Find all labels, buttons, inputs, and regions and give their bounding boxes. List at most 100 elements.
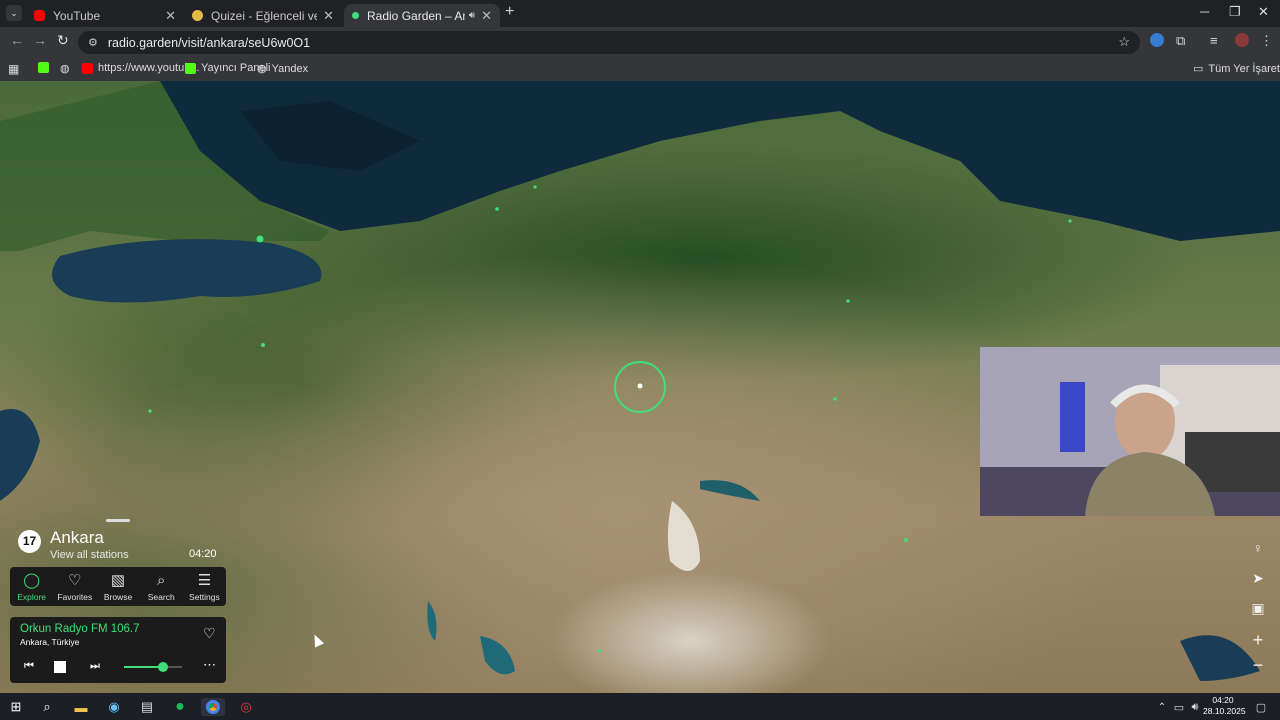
station-dot[interactable] bbox=[261, 343, 265, 347]
tab-title: Quizei - Eğlenceli ve etkileşimli bbox=[211, 8, 318, 23]
notification-icon[interactable]: ▢ bbox=[1252, 698, 1270, 716]
volume-knob[interactable] bbox=[158, 662, 169, 672]
restore-button[interactable]: ❐ bbox=[1229, 4, 1241, 20]
tab-radio-garden[interactable]: Radio Garden – Ankara 🔊︎ ✕ bbox=[344, 4, 500, 27]
search-icon[interactable]: ⌕ bbox=[38, 698, 56, 716]
windows-taskbar: ⊞ ⌕ ▬ ◉ ▤ ● ◎ ⌃ ▭ 🔊︎ 04:20 28.10.2025 ▢ bbox=[0, 693, 1280, 720]
volume-slider[interactable] bbox=[124, 662, 182, 672]
nav-label: Favorites bbox=[57, 592, 93, 602]
bookmark-label: Yandex bbox=[271, 62, 309, 75]
nav-settings[interactable]: ☰ Settings bbox=[183, 567, 226, 606]
webcam-scene bbox=[980, 347, 1280, 516]
player-card: Orkun Radyo FM 106.7 Ankara, Türkiye ♡ ⏮… bbox=[10, 617, 226, 683]
forward-button[interactable]: → bbox=[33, 32, 47, 48]
kick-icon bbox=[185, 62, 196, 74]
nav-label: Search bbox=[147, 592, 175, 602]
zoom-in-icon[interactable]: + bbox=[1250, 630, 1266, 651]
bookmark-youtube[interactable]: https://www.youtub... bbox=[82, 62, 200, 74]
file-explorer-icon[interactable]: ▬ bbox=[72, 698, 90, 716]
station-dot[interactable] bbox=[904, 538, 908, 542]
more-options-icon[interactable]: ⋯ bbox=[203, 657, 216, 673]
nav-search[interactable]: ⌕ Search bbox=[140, 567, 183, 606]
city-name: Ankara bbox=[50, 528, 104, 547]
profile-avatar[interactable] bbox=[1235, 33, 1249, 47]
station-dot[interactable] bbox=[495, 207, 499, 211]
lake bbox=[480, 636, 515, 675]
bookmark-label: Tüm Yer İşaretleri bbox=[1208, 62, 1280, 75]
reload-button[interactable]: ↻ bbox=[57, 32, 69, 49]
previous-button[interactable]: ⏮︎ bbox=[24, 660, 34, 673]
nav-explore[interactable]: ◯ Explore bbox=[10, 567, 53, 606]
explore-icon: ◯ bbox=[23, 572, 40, 589]
now-playing-station[interactable]: Orkun Radyo FM 106.7 bbox=[20, 623, 140, 635]
selected-location-dot bbox=[637, 383, 643, 389]
extension-icon[interactable] bbox=[1150, 33, 1164, 47]
bookmark-star-icon[interactable]: ☆ bbox=[1118, 34, 1130, 50]
zoom-out-icon[interactable]: − bbox=[1250, 655, 1266, 676]
search-icon: ⌕ bbox=[157, 572, 166, 589]
address-bar[interactable]: ⚙ radio.garden/visit/ankara/seU6w0O1 ☆ bbox=[78, 31, 1140, 54]
obs-icon[interactable]: ◎ bbox=[237, 698, 255, 716]
spotify-icon[interactable]: ● bbox=[171, 698, 189, 716]
map-icon: ▧ bbox=[110, 572, 126, 589]
3d-globe-icon[interactable]: ♀ bbox=[1250, 540, 1266, 556]
station-dot[interactable] bbox=[1068, 219, 1072, 223]
tab-quizei[interactable]: Quizei - Eğlenceli ve etkileşimli ✕ bbox=[184, 4, 342, 27]
now-playing-location: Ankara, Türkiye bbox=[20, 637, 80, 647]
extensions-puzzle-icon[interactable]: ⧉ bbox=[1176, 33, 1185, 49]
close-icon[interactable]: ✕ bbox=[165, 8, 176, 24]
globe-icon: ◍ bbox=[257, 63, 267, 75]
station-dot[interactable] bbox=[846, 299, 850, 303]
tab-search-button[interactable]: ⌄ bbox=[6, 5, 22, 21]
windows-start-icon[interactable]: ⊞ bbox=[7, 698, 25, 716]
close-icon[interactable]: ✕ bbox=[481, 8, 492, 24]
lock-icon[interactable]: ▣ bbox=[1250, 600, 1266, 617]
close-window-button[interactable]: ✕ bbox=[1258, 4, 1269, 20]
station-dot[interactable] bbox=[533, 185, 537, 189]
hirfanli-lake bbox=[700, 480, 760, 501]
back-button[interactable]: ← bbox=[10, 32, 24, 48]
stop-button[interactable] bbox=[54, 661, 66, 673]
tab-youtube[interactable]: YouTube ✕ bbox=[26, 4, 184, 27]
sea-of-marmara bbox=[52, 239, 322, 303]
nav-browse[interactable]: ▧ Browse bbox=[96, 567, 139, 606]
station-dot[interactable] bbox=[598, 649, 602, 653]
view-all-stations-link[interactable]: View all stations bbox=[50, 549, 129, 561]
favorite-heart-icon[interactable]: ♡ bbox=[203, 625, 216, 642]
url-text: radio.garden/visit/ankara/seU6w0O1 bbox=[107, 35, 311, 50]
radio-nav: ◯ Explore ♡ Favorites ▧ Browse ⌕ Search ☰ Set… bbox=[10, 567, 226, 606]
locate-me-icon[interactable]: ➤ bbox=[1250, 570, 1266, 587]
browser-toolbar: ← → ↻ ⚙ radio.garden/visit/ankara/seU6w0… bbox=[0, 27, 1280, 57]
steam-icon[interactable]: ◉ bbox=[105, 698, 123, 716]
new-tab-button[interactable]: + bbox=[505, 3, 514, 21]
store-icon[interactable]: ▤ bbox=[138, 698, 156, 716]
heart-icon: ♡ bbox=[68, 572, 82, 589]
station-dot[interactable] bbox=[833, 397, 837, 401]
chrome-icon[interactable] bbox=[201, 698, 225, 716]
nav-favorites[interactable]: ♡ Favorites bbox=[53, 567, 96, 606]
station-dot[interactable] bbox=[148, 409, 152, 413]
youtube-icon bbox=[34, 10, 45, 21]
menu-icon: ☰ bbox=[197, 572, 212, 589]
station-dot[interactable] bbox=[256, 235, 264, 243]
tray-chevron-icon[interactable]: ⌃ bbox=[1153, 698, 1171, 716]
drag-handle[interactable] bbox=[106, 519, 130, 522]
all-bookmarks[interactable]: ▭ Tüm Yer İşaretleri bbox=[1193, 62, 1280, 76]
salt-lake bbox=[667, 501, 700, 571]
location-panel[interactable]: 17 Ankara View all stations 04:20 bbox=[10, 516, 226, 566]
site-info-icon[interactable]: ⚙ bbox=[88, 36, 98, 49]
media-control-icon[interactable]: ≡ bbox=[1210, 33, 1218, 48]
next-button[interactable]: ⏭︎ bbox=[90, 660, 100, 673]
bookmark-yandex[interactable]: ◍ Yandex bbox=[257, 62, 309, 76]
close-icon[interactable]: ✕ bbox=[323, 8, 334, 24]
tab-title: YouTube bbox=[53, 8, 101, 23]
kick-bookmark[interactable] bbox=[38, 62, 54, 73]
minimize-button[interactable]: ─ bbox=[1200, 4, 1209, 19]
apps-grid-icon[interactable]: ▦ bbox=[8, 62, 19, 76]
quizei-icon bbox=[192, 10, 203, 21]
menu-kebab-icon[interactable]: ⋮ bbox=[1260, 33, 1273, 49]
speaker-icon[interactable]: 🔊︎ bbox=[469, 10, 475, 21]
volume-icon[interactable]: 🔊︎ bbox=[1186, 698, 1204, 716]
globe-bookmark[interactable]: ◍ bbox=[60, 62, 70, 75]
taskbar-clock[interactable]: 04:20 28.10.2025 bbox=[1203, 695, 1246, 717]
